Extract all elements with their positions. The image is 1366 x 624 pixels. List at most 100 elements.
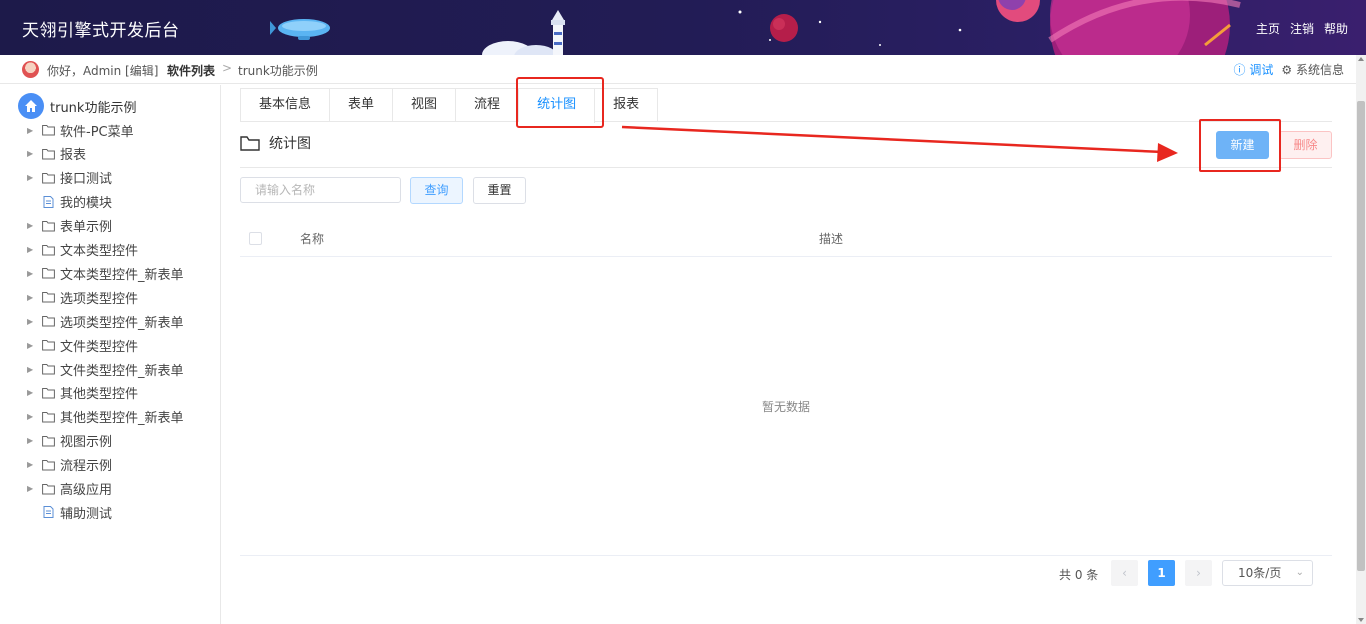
logout-link[interactable]: 注销 [1290,20,1314,37]
folder-icon [42,148,55,160]
prev-page-button[interactable]: ‹ [1111,560,1138,586]
tree-root-label: trunk功能示例 [50,100,137,116]
breadcrumb-bar: 你好，Admin [编辑] 软件列表 > trunk功能示例 ⓘ 调试 ⚙ 系统… [0,55,1356,84]
caret-right-icon[interactable]: ▶ [27,317,35,326]
sidebar-tree-item-label: 表单示例 [60,220,113,236]
caret-right-icon[interactable]: ▶ [27,460,35,469]
section-divider [240,167,1332,168]
scroll-thumb[interactable] [1357,101,1365,571]
folder-icon [240,135,260,151]
scroll-up-icon[interactable] [1358,57,1364,61]
tree-root[interactable]: trunk功能示例 [18,93,136,119]
tab-view[interactable]: 视图 [393,89,457,122]
app-title: 天翎引擎式开发后台 [22,21,180,41]
sidebar-tree-item[interactable]: ▶ 文件类型控件_新表单 [0,358,184,380]
tab-basic-info[interactable]: 基本信息 [241,89,331,122]
caret-right-icon[interactable]: ▶ [27,341,35,350]
caret-right-icon[interactable]: ▶ [27,126,35,135]
sidebar-tree-item-label: 其他类型控件_新表单 [60,411,184,427]
tab-chart[interactable]: 统计图 [519,89,596,123]
sidebar-tree-item-label: 文本类型控件 [60,244,139,259]
caret-right-icon[interactable]: ▶ [27,293,35,302]
new-button-annotation-box [1199,119,1281,172]
folder-icon [42,172,55,184]
folder-icon [42,435,55,447]
sidebar-tree-item-label: 我的模块 [60,196,113,212]
sidebar-tree-item[interactable]: ▶辅助测试 [0,501,112,523]
page-size-select[interactable]: 10条/页 ⌄ [1222,560,1313,586]
sidebar-tree-item-label: 其他类型控件 [60,387,139,403]
sidebar-tree-item[interactable]: ▶ 表单示例 [0,215,112,237]
caret-right-icon[interactable]: ▶ [27,149,35,158]
table-bottom-line [240,555,1332,556]
planet-illustration [996,0,1241,55]
folder-icon [42,387,55,399]
info-icon: ⓘ [1233,63,1246,77]
sidebar-tree-item[interactable]: ▶ 文件类型控件 [0,334,138,356]
sidebar-tree-item[interactable]: ▶ 文本类型控件 [0,239,138,261]
sidebar-tree-item[interactable]: ▶ 流程示例 [0,454,112,476]
help-link[interactable]: 帮助 [1324,20,1348,37]
caret-right-icon[interactable]: ▶ [27,245,35,254]
total-count: 共 0 条 [1059,568,1099,582]
home-link[interactable]: 主页 [1256,20,1280,37]
sidebar-tree-item-label: 报表 [60,148,87,164]
top-header: 天翎引擎式开发后台 主页 注销 帮助 [0,0,1366,55]
sidebar-tree-item[interactable]: ▶ 报表 [0,143,86,165]
query-button[interactable]: 查询 [410,177,463,204]
page-size-value: 10条/页 [1238,566,1282,580]
scroll-down-icon[interactable] [1358,618,1364,622]
sidebar-tree-item[interactable]: ▶ 其他类型控件 [0,382,138,404]
blimp-illustration [270,19,330,40]
caret-right-icon[interactable]: ▶ [27,173,35,182]
lighthouse-illustration [482,10,565,55]
name-search-input[interactable] [240,177,401,203]
folder-icon [42,459,55,471]
folder-icon [42,364,55,375]
sidebar-tree-item[interactable]: ▶ 选项类型控件_新表单 [0,310,184,332]
breadcrumb-software-list[interactable]: 软件列表 [167,62,215,79]
section-header: 统计图 [240,133,311,153]
document-icon [43,195,54,208]
tab-workflow[interactable]: 流程 [456,89,520,122]
caret-right-icon[interactable]: ▶ [27,365,35,374]
debug-link[interactable]: ⓘ 调试 [1234,61,1274,78]
sidebar-tree-item[interactable]: ▶ 软件-PC菜单 [0,119,134,141]
folder-icon [42,483,55,494]
next-page-button[interactable]: › [1185,560,1212,586]
table-header: 名称 描述 [240,219,1332,257]
tab-report[interactable]: 报表 [595,89,658,122]
delete-button[interactable]: 删除 [1279,131,1332,159]
greeting-text[interactable]: 你好，Admin [编辑] [47,62,158,79]
folder-icon [42,244,55,255]
chevron-down-icon: ⌄ [1295,567,1304,578]
avatar[interactable] [22,61,39,78]
sidebar-tree-item-label: 选项类型控件_新表单 [60,315,184,331]
caret-right-icon[interactable]: ▶ [27,388,35,397]
caret-right-icon[interactable]: ▶ [27,412,35,421]
sidebar-tree-item[interactable]: ▶我的模块 [0,191,112,213]
page-number-button[interactable]: 1 [1148,560,1175,586]
select-all-checkbox[interactable] [249,232,262,245]
sidebar-tree-item[interactable]: ▶ 视图示例 [0,430,112,452]
sidebar-tree-item[interactable]: ▶ 文本类型控件_新表单 [0,262,184,284]
sidebar-tree-item[interactable]: ▶ 选项类型控件 [0,286,138,308]
page-scrollbar[interactable] [1356,55,1366,624]
caret-right-icon[interactable]: ▶ [27,436,35,445]
sidebar-tree-item[interactable]: ▶ 接口测试 [0,167,112,189]
sidebar-tree-item-label: 文件类型控件_新表单 [60,363,184,379]
folder-icon [42,125,55,136]
caret-right-icon[interactable]: ▶ [27,484,35,493]
sidebar-tree-item[interactable]: ▶ 高级应用 [0,478,112,500]
caret-right-icon[interactable]: ▶ [27,221,35,230]
sidebar-tree-item-label: 辅助测试 [60,506,113,522]
system-info-link[interactable]: ⚙ 系统信息 [1281,61,1344,78]
sidebar-tree-item[interactable]: ▶ 其他类型控件_新表单 [0,406,184,428]
debug-label: 调试 [1249,63,1274,77]
tab-form[interactable]: 表单 [330,89,394,122]
caret-right-icon[interactable]: ▶ [27,269,35,278]
chevron-left-icon: ‹ [1122,566,1127,580]
sidebar-tree-item-label: 文件类型控件 [60,339,139,355]
main-content: 基本信息 表单 视图 流程 统计图 报表 统计图 新建 删除 查询 重置 名称 … [221,77,1356,624]
reset-button[interactable]: 重置 [473,177,526,204]
